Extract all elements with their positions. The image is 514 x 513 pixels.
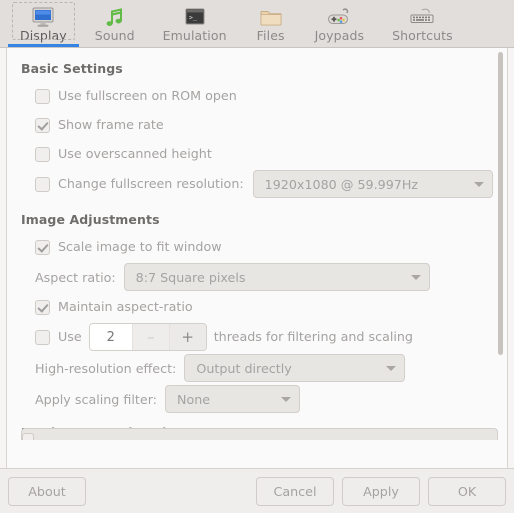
tab-emulation-label: Emulation [162, 28, 227, 43]
tab-display-label: Display [20, 28, 67, 43]
dialog-action-bar: About Cancel Apply OK [0, 468, 514, 513]
apply-scaling-filter-value: None [176, 391, 211, 407]
checkbox-use-overscanned-height[interactable] [35, 146, 50, 162]
label-aspect-ratio: Aspect ratio: [35, 269, 116, 285]
threads-spinner[interactable]: 2 – + [88, 323, 207, 351]
active-tab-indicator [8, 44, 79, 47]
label-show-frame-rate: Show frame rate [58, 117, 164, 132]
setting-maintain-aspect-ratio[interactable]: Maintain aspect-ratio [21, 294, 493, 320]
setting-filter-threads[interactable]: Use 2 – + threads for filtering and scal… [21, 323, 493, 351]
label-scale-image-to-fit-window: Scale image to fit window [58, 239, 222, 254]
tab-files[interactable]: Files [241, 0, 301, 47]
tab-joypads-label: Joypads [314, 28, 365, 43]
tab-joypads[interactable]: Joypads [301, 0, 378, 47]
checkbox-scale-image-to-fit-window[interactable] [35, 239, 50, 255]
vertical-scrollbar[interactable] [496, 52, 505, 462]
section-title-basic: Basic Settings [21, 61, 123, 76]
tab-shortcuts-label: Shortcuts [392, 28, 453, 43]
checkbox-use-fullscreen-on-rom-open[interactable] [35, 88, 50, 104]
tab-display[interactable]: Display [6, 0, 81, 47]
label-maintain-aspect-ratio: Maintain aspect-ratio [58, 299, 193, 314]
setting-aspect-ratio[interactable]: Aspect ratio: 8:7 Square pixels [21, 263, 493, 291]
chevron-down-icon [280, 396, 291, 402]
hardware-acceleration-dropdown-clipped[interactable] [21, 428, 498, 440]
setting-use-overscanned-height[interactable]: Use overscanned height [21, 141, 493, 167]
keyboard-icon [408, 6, 436, 28]
ok-button[interactable]: OK [428, 476, 506, 506]
threads-increment-button[interactable]: + [168, 324, 206, 350]
chevron-down-icon [386, 365, 397, 371]
music-note-icon [104, 6, 126, 28]
label-use-fullscreen-on-rom-open: Use fullscreen on ROM open [58, 88, 237, 103]
tab-emulation[interactable]: >_ Emulation [149, 0, 241, 47]
checkbox-use-threads[interactable] [35, 329, 50, 345]
settings-scroll-area: Basic Settings Use fullscreen on ROM ope… [6, 48, 508, 468]
fullscreen-resolution-value: 1920x1080 @ 59.997Hz [264, 176, 419, 192]
label-use-threads-suffix: threads for filtering and scaling [213, 329, 413, 344]
apply-scaling-filter-dropdown[interactable]: None [164, 385, 300, 413]
section-title-image: Image Adjustments [21, 212, 160, 227]
tab-sound-label: Sound [94, 28, 135, 43]
chevron-down-icon [410, 274, 421, 280]
label-use-threads-prefix: Use [58, 329, 82, 344]
monitor-icon [31, 6, 55, 28]
setting-show-frame-rate[interactable]: Show frame rate [21, 112, 493, 138]
label-use-overscanned-height: Use overscanned height [58, 146, 212, 161]
setting-high-resolution-effect[interactable]: High-resolution effect: Output directly [21, 354, 493, 382]
setting-use-fullscreen-on-rom-open[interactable]: Use fullscreen on ROM open [21, 83, 493, 109]
terminal-icon: >_ [184, 6, 206, 28]
preferences-window: Display Sound >_ Emulation Files Joypads… [0, 0, 514, 513]
fullscreen-resolution-dropdown[interactable]: 1920x1080 @ 59.997Hz [252, 170, 493, 198]
checkbox-maintain-aspect-ratio[interactable] [35, 299, 50, 315]
svg-text:>_: >_ [189, 14, 197, 22]
tab-bar: Display Sound >_ Emulation Files Joypads… [0, 0, 514, 48]
cancel-button[interactable]: Cancel [256, 476, 334, 506]
threads-decrement-button[interactable]: – [131, 324, 169, 350]
high-resolution-effect-dropdown[interactable]: Output directly [184, 354, 406, 382]
about-button[interactable]: About [8, 476, 86, 506]
chevron-down-icon [474, 181, 484, 187]
label-change-fullscreen-resolution: Change fullscreen resolution: [58, 176, 244, 191]
hardware-acceleration-checkbox-clipped[interactable] [22, 433, 34, 440]
threads-value[interactable]: 2 [89, 324, 132, 350]
aspect-ratio-dropdown[interactable]: 8:7 Square pixels [123, 263, 430, 291]
label-high-resolution-effect: High-resolution effect: [35, 360, 177, 376]
folder-icon [259, 6, 283, 28]
checkbox-change-fullscreen-resolution[interactable] [35, 176, 50, 192]
tab-sound[interactable]: Sound [81, 0, 149, 47]
setting-scale-image-to-fit-window[interactable]: Scale image to fit window [21, 234, 493, 260]
label-apply-scaling-filter: Apply scaling filter: [35, 391, 157, 407]
gamepad-icon [326, 6, 352, 28]
high-resolution-effect-value: Output directly [196, 360, 292, 376]
display-settings-page: Basic Settings Use fullscreen on ROM ope… [7, 48, 507, 440]
tab-files-label: Files [256, 28, 285, 43]
scrollbar-thumb[interactable] [498, 52, 503, 356]
setting-apply-scaling-filter[interactable]: Apply scaling filter: None [21, 385, 493, 413]
apply-button[interactable]: Apply [342, 476, 420, 506]
checkbox-show-frame-rate[interactable] [35, 117, 50, 133]
aspect-ratio-value: 8:7 Square pixels [135, 269, 246, 285]
setting-change-fullscreen-resolution[interactable]: Change fullscreen resolution: 1920x1080 … [21, 170, 493, 198]
tab-shortcuts[interactable]: Shortcuts [378, 0, 467, 47]
